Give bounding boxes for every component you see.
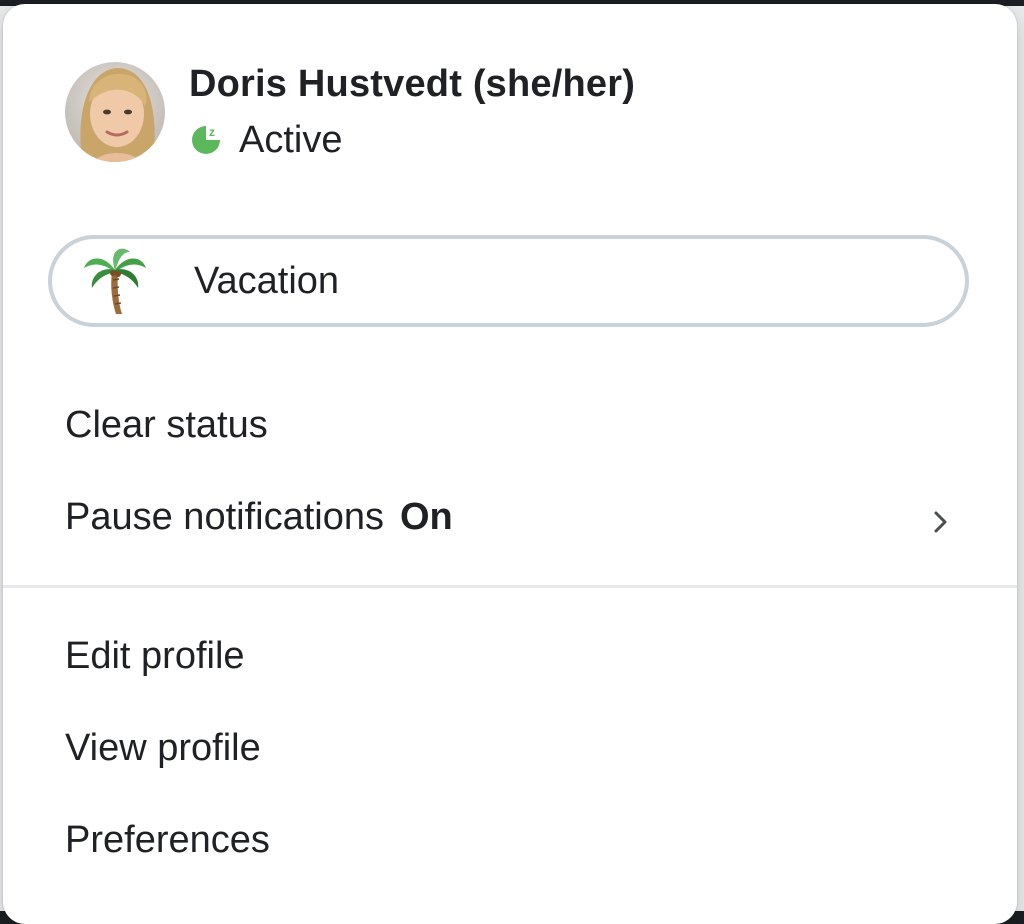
custom-status-field[interactable]: Vacation — [48, 235, 969, 327]
palm-tree-icon[interactable] — [82, 246, 148, 316]
clear-status-label: Clear status — [65, 403, 268, 446]
profile-header: Doris Hustvedt (she/her) z Active — [65, 62, 635, 162]
profile-header-text: Doris Hustvedt (she/her) z Active — [189, 62, 635, 162]
clear-status-item[interactable]: Clear status — [65, 395, 957, 455]
user-name: Doris Hustvedt (she/her) — [189, 63, 636, 105]
menu-divider — [3, 585, 1017, 588]
edit-profile-label: Edit profile — [65, 634, 245, 677]
edit-profile-item[interactable]: Edit profile — [65, 626, 957, 686]
svg-text:z: z — [209, 125, 215, 139]
presence-row: z Active — [189, 118, 635, 162]
avatar[interactable] — [65, 62, 165, 162]
profile-menu: Doris Hustvedt (she/her) z Active Vacati… — [3, 4, 1017, 924]
view-profile-label: View profile — [65, 726, 261, 769]
presence-snooze-icon: z — [189, 123, 223, 157]
view-profile-item[interactable]: View profile — [65, 718, 957, 778]
preferences-label: Preferences — [65, 818, 270, 861]
presence-label: Active — [239, 119, 343, 161]
chevron-right-icon — [931, 503, 951, 533]
pause-notifications-label: Pause notifications — [65, 495, 384, 538]
pause-notifications-value: On — [399, 495, 453, 538]
pause-notifications-item[interactable]: Pause notifications On — [65, 487, 957, 547]
preferences-item[interactable]: Preferences — [65, 810, 957, 870]
status-text: Vacation — [194, 259, 340, 302]
avatar-photo-icon — [65, 62, 165, 162]
